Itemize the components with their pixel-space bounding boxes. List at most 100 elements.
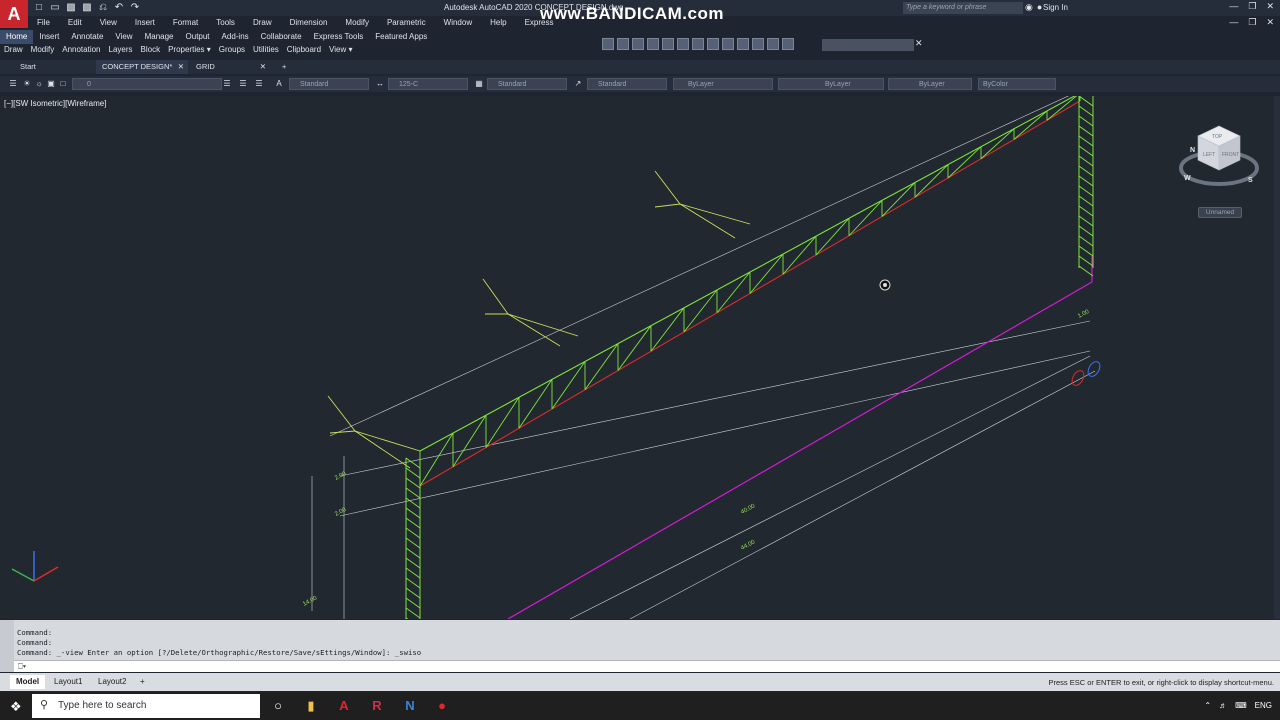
viewcube-face-top[interactable]: TOP (1212, 134, 1223, 140)
compass-w[interactable]: W (1184, 175, 1191, 182)
table-style-dropdown[interactable]: Standard (487, 78, 567, 90)
command-window-grip[interactable] (0, 620, 14, 672)
doc-tab-start[interactable]: Start (14, 60, 94, 74)
menu-draw[interactable]: Draw (244, 16, 281, 30)
drawing-canvas[interactable]: 1.00 2.00 2.00 14.00 40.00 44.00 (0, 96, 1280, 619)
mleader-style-dropdown[interactable]: Standard (587, 78, 667, 90)
back-view-icon[interactable] (692, 38, 704, 50)
menu-insert[interactable]: Insert (126, 16, 164, 30)
ne-iso-icon[interactable] (737, 38, 749, 50)
autocad-logo-button[interactable]: A (0, 0, 28, 28)
revit-taskbar-icon[interactable]: R (367, 696, 387, 716)
vertical-scrollbar[interactable] (1274, 96, 1280, 619)
text-style-icon[interactable]: A (274, 79, 284, 89)
named-view-button[interactable]: Unnamed (1198, 207, 1242, 218)
view-toolbar-close-icon[interactable]: ✕ (915, 38, 923, 49)
nw-iso-icon[interactable] (752, 38, 764, 50)
keyboard-icon[interactable]: ⌨ (1235, 701, 1247, 710)
redo-icon[interactable]: ↷ (129, 2, 141, 13)
file-explorer-icon[interactable]: ▮ (301, 696, 321, 716)
plotstyle-dropdown[interactable]: ByColor (978, 78, 1056, 90)
menu-express[interactable]: Express (516, 16, 563, 30)
tab-insert[interactable]: Insert (33, 30, 65, 44)
add-layout-button[interactable]: + (134, 675, 151, 689)
panel-modify[interactable]: Modify (27, 44, 59, 57)
menu-help[interactable]: Help (481, 16, 515, 30)
speaker-icon[interactable]: ♬ (1219, 701, 1227, 710)
tab-layout1[interactable]: Layout1 (48, 675, 88, 689)
close-icon[interactable]: ✕ (1266, 1, 1274, 12)
help-search-input[interactable]: Type a keyword or phrase (903, 2, 1023, 14)
binoculars-icon[interactable]: ◉ (1025, 2, 1033, 13)
front-view-icon[interactable] (677, 38, 689, 50)
command-prompt-icon[interactable]: ⎕▾ (18, 662, 26, 672)
task-view-icon[interactable]: ○ (268, 696, 288, 716)
layer-properties-icon[interactable]: ☰ (8, 79, 18, 89)
menu-dimension[interactable]: Dimension (281, 16, 337, 30)
close-icon[interactable]: ✕ (260, 60, 266, 74)
linetype-dropdown[interactable]: ByLayer (778, 78, 884, 90)
windows-start-icon[interactable]: ❖ (10, 699, 22, 715)
new-icon[interactable]: □ (33, 2, 45, 13)
menu-parametric[interactable]: Parametric (378, 16, 435, 30)
viewcube[interactable]: TOP LEFT FRONT N W S (1178, 122, 1260, 192)
layer-dropdown[interactable]: 0 (72, 78, 222, 90)
bandicam-taskbar-icon[interactable]: ● (432, 696, 452, 716)
compass-n[interactable]: N (1190, 147, 1195, 154)
menu-window[interactable]: Window (435, 16, 481, 30)
taskbar-search-input[interactable]: Type here to search (32, 694, 260, 718)
light-bulb-icon[interactable]: ☀ (22, 79, 32, 89)
doc-tab-grid[interactable]: GRID ✕ (190, 60, 270, 74)
save-icon[interactable]: ▩ (65, 2, 77, 13)
camera-icon[interactable] (767, 38, 779, 50)
sw-iso-icon[interactable] (707, 38, 719, 50)
tab-collaborate[interactable]: Collaborate (255, 30, 308, 44)
tab-addins[interactable]: Add-ins (216, 30, 255, 44)
menu-file[interactable]: File (28, 16, 59, 30)
language-indicator[interactable]: ENG (1255, 701, 1272, 710)
viewcube-face-front[interactable]: FRONT (1222, 152, 1239, 158)
lock-icon[interactable]: ▣ (46, 79, 56, 89)
panel-properties[interactable]: Properties ▾ (164, 44, 215, 57)
tab-annotate[interactable]: Annotate (65, 30, 109, 44)
doc-restore-icon[interactable]: ❐ (1248, 17, 1256, 28)
navisworks-taskbar-icon[interactable]: N (400, 696, 420, 716)
new-tab-button[interactable]: + (276, 60, 290, 74)
menu-tools[interactable]: Tools (207, 16, 244, 30)
menu-edit[interactable]: Edit (59, 16, 91, 30)
mleader-style-icon[interactable]: ↗ (573, 79, 583, 89)
tab-express-tools[interactable]: Express Tools (308, 30, 370, 44)
color-dropdown[interactable]: ByLayer (673, 78, 773, 90)
table-style-icon[interactable]: ▦ (474, 79, 484, 89)
menu-modify[interactable]: Modify (336, 16, 378, 30)
minimize-icon[interactable]: — (1229, 1, 1238, 12)
doc-tab-concept-design[interactable]: CONCEPT DESIGN* ✕ (96, 60, 188, 74)
panel-draw[interactable]: Draw (0, 44, 27, 57)
restore-icon[interactable]: ❐ (1248, 1, 1256, 12)
view-toolbar-input[interactable] (822, 39, 914, 51)
dim-style-icon[interactable]: ↔ (375, 79, 385, 89)
doc-close-icon[interactable]: ✕ (1266, 17, 1274, 28)
sun-icon[interactable]: ☼ (34, 79, 44, 89)
menu-format[interactable]: Format (164, 16, 207, 30)
viewport-controls-label[interactable]: [−][SW Isometric][Wireframe] (4, 99, 106, 108)
compass-s[interactable]: S (1248, 177, 1253, 184)
se-iso-icon[interactable] (722, 38, 734, 50)
named-views-icon[interactable] (602, 38, 614, 50)
top-view-icon[interactable] (617, 38, 629, 50)
dim-style-dropdown[interactable]: 125-C (388, 78, 468, 90)
tab-manage[interactable]: Manage (139, 30, 180, 44)
viewcube-face-left[interactable]: LEFT (1203, 152, 1215, 158)
doc-minimize-icon[interactable]: — (1229, 17, 1238, 28)
saveas-icon[interactable]: ▩ (81, 2, 93, 13)
tab-home[interactable]: Home (0, 30, 34, 44)
tab-layout2[interactable]: Layout2 (92, 675, 132, 689)
panel-groups[interactable]: Groups (215, 44, 249, 57)
panel-utilities[interactable]: Utilities (249, 44, 283, 57)
menu-view[interactable]: View (91, 16, 126, 30)
view-settings-icon[interactable] (782, 38, 794, 50)
command-input[interactable]: ⎕▾ (14, 660, 1280, 672)
panel-layers[interactable]: Layers (105, 44, 137, 57)
chevron-up-icon[interactable]: ⌃ (1204, 701, 1211, 710)
tab-featured-apps[interactable]: Featured Apps (369, 30, 433, 44)
